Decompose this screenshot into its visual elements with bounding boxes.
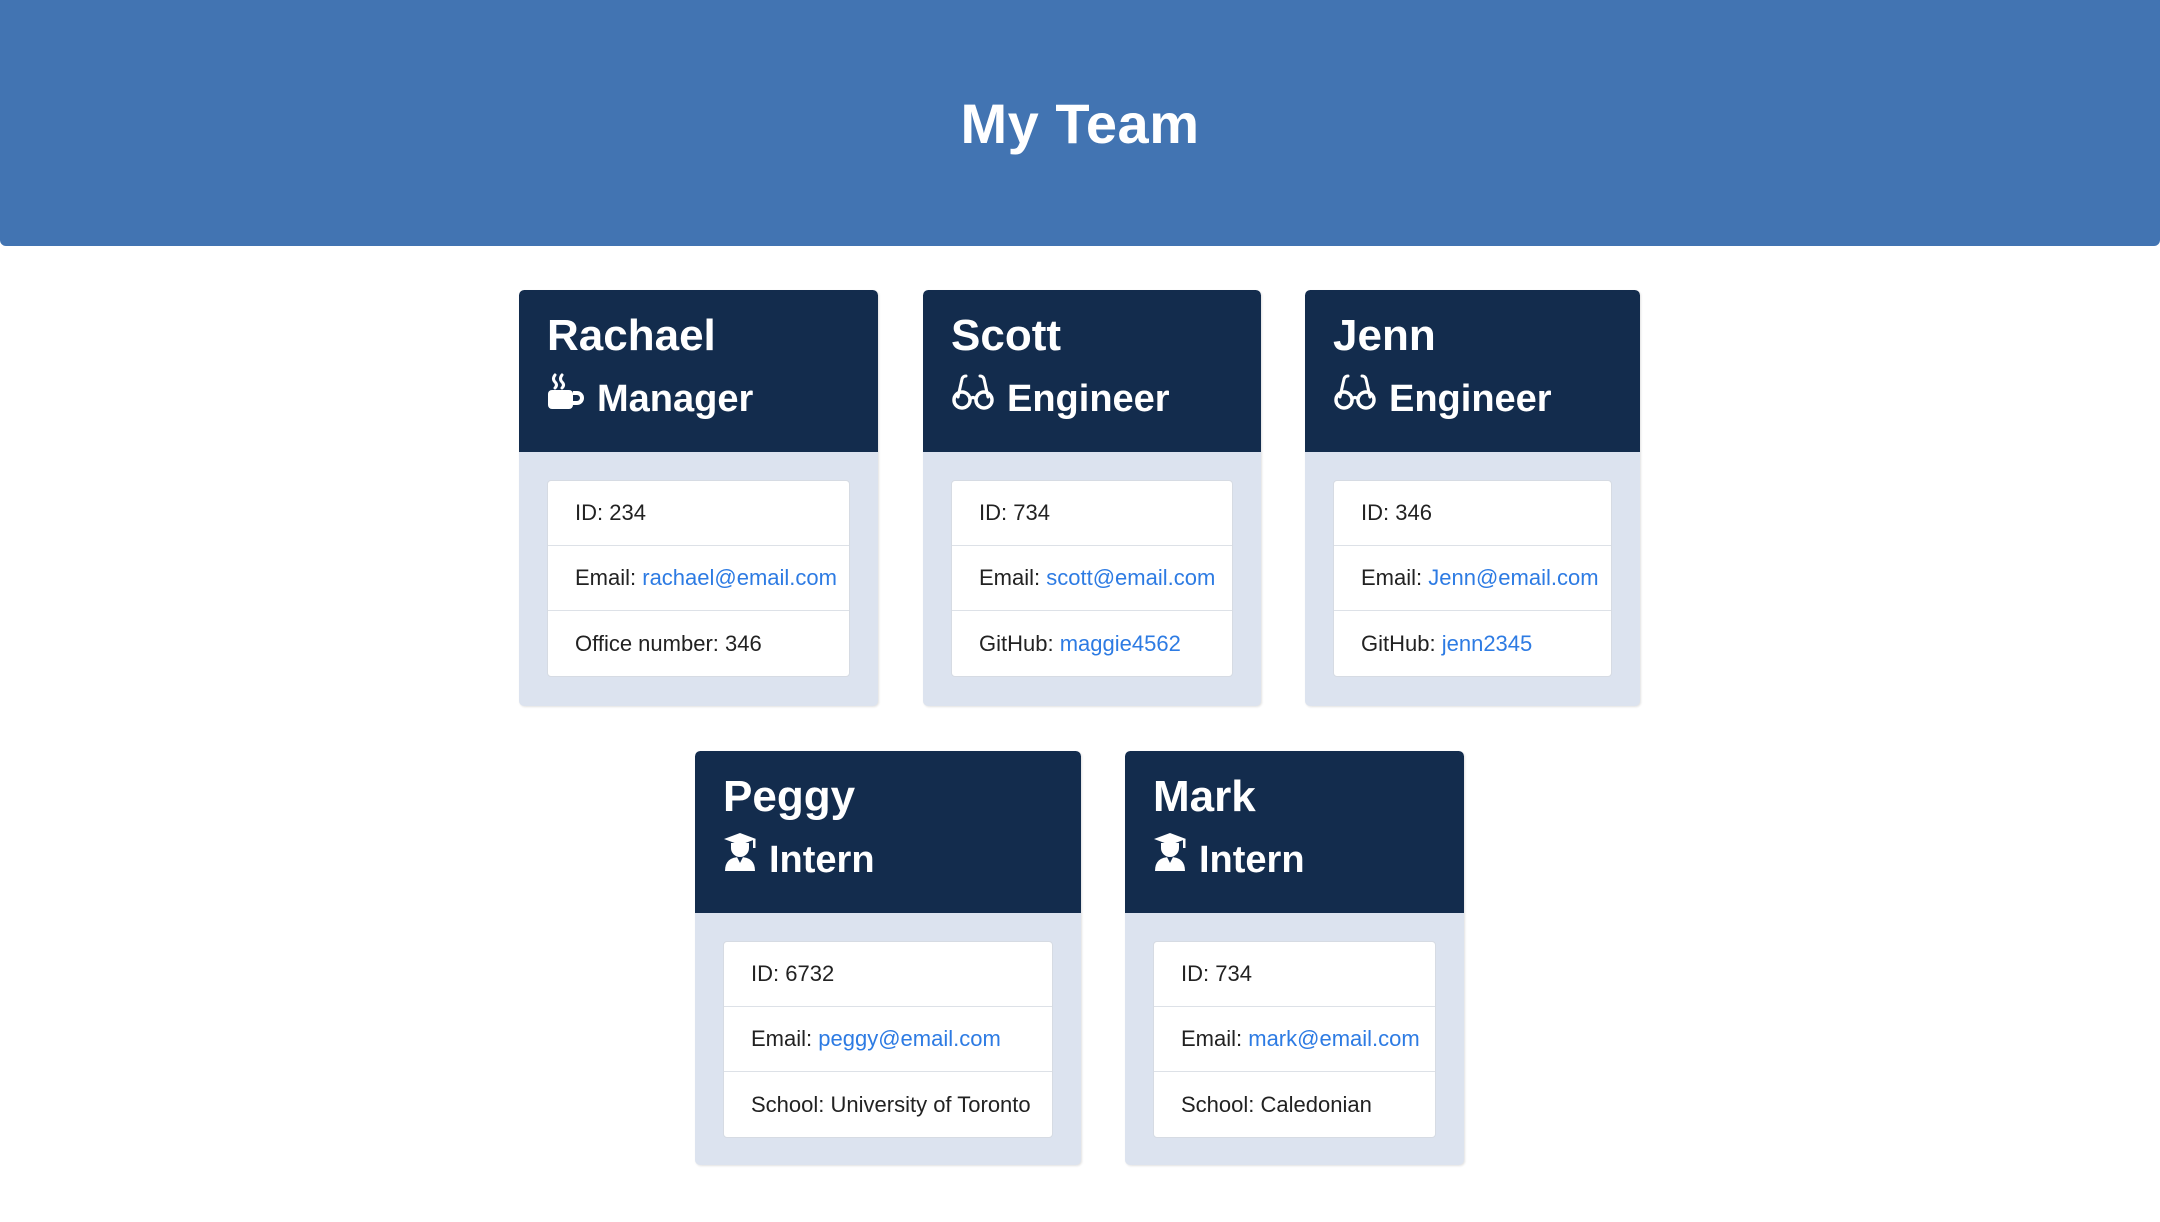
card-body: ID: 6732 Email: peggy@email.com School: … <box>695 913 1081 1165</box>
employee-card-peggy: Peggy Intern ID: 6732 Email: peggy@email… <box>695 751 1081 1165</box>
email-link[interactable]: Jenn@email.com <box>1428 565 1598 591</box>
email-link[interactable]: peggy@email.com <box>818 1026 1001 1052</box>
card-header: Scott Engineer <box>923 290 1261 452</box>
id-item: ID: 734 <box>952 481 1232 546</box>
card-header: Jenn Engineer <box>1305 290 1640 452</box>
glasses-icon <box>1333 369 1389 429</box>
email-link[interactable]: rachael@email.com <box>642 565 837 591</box>
school-label: School: <box>751 1091 825 1117</box>
email-link[interactable]: scott@email.com <box>1046 565 1215 591</box>
id-item: ID: 6732 <box>724 942 1052 1007</box>
office-number-item: Office number: 346 <box>548 611 849 676</box>
employee-role: Engineer <box>1333 369 1612 429</box>
github-label: GitHub: <box>979 630 1054 656</box>
id-value: 734 <box>1013 500 1050 525</box>
id-value: 234 <box>609 500 646 525</box>
email-item: Email: Jenn@email.com <box>1334 546 1611 611</box>
page-header: My Team <box>0 0 2160 246</box>
employee-name: Jenn <box>1333 311 1436 360</box>
github-link[interactable]: maggie4562 <box>1060 631 1181 657</box>
card-header: Mark Intern <box>1125 751 1464 913</box>
role-label: Engineer <box>1007 378 1170 420</box>
employee-card-jenn: Jenn Engineer ID: 346 Email: Jenn@email.… <box>1305 290 1640 706</box>
user-graduate-icon <box>723 830 769 890</box>
role-label: Intern <box>1199 839 1305 881</box>
office-number-label: Office number: <box>575 630 719 656</box>
id-label: ID: <box>979 500 1008 525</box>
details-list: ID: 346 Email: Jenn@email.com GitHub: je… <box>1333 480 1612 677</box>
card-body: ID: 234 Email: rachael@email.com Office … <box>519 452 878 705</box>
role-label: Manager <box>597 378 754 420</box>
details-list: ID: 234 Email: rachael@email.com Office … <box>547 480 850 677</box>
github-item: GitHub: jenn2345 <box>1334 611 1611 676</box>
role-label: Intern <box>769 839 875 881</box>
office-number-value: 346 <box>725 630 762 656</box>
id-value: 346 <box>1395 500 1432 525</box>
id-label: ID: <box>1181 961 1210 986</box>
email-label: Email: <box>575 565 637 590</box>
email-link[interactable]: mark@email.com <box>1248 1026 1419 1052</box>
email-label: Email: <box>751 1026 813 1051</box>
school-item: School: Caledonian <box>1154 1072 1435 1137</box>
card-header: Rachael Manager <box>519 290 878 452</box>
card-body: ID: 734 Email: mark@email.com School: Ca… <box>1125 913 1464 1165</box>
email-label: Email: <box>979 565 1041 590</box>
email-item: Email: mark@email.com <box>1154 1007 1435 1072</box>
card-header: Peggy Intern <box>695 751 1081 913</box>
card-body: ID: 734 Email: scott@email.com GitHub: m… <box>923 452 1261 705</box>
school-value: University of Toronto <box>830 1091 1031 1117</box>
employee-role: Engineer <box>951 369 1233 429</box>
employee-role: Manager <box>547 369 850 429</box>
mug-hot-icon <box>547 369 597 429</box>
github-link[interactable]: jenn2345 <box>1442 631 1533 657</box>
details-list: ID: 734 Email: mark@email.com School: Ca… <box>1153 941 1436 1138</box>
github-label: GitHub: <box>1361 630 1436 656</box>
role-label: Engineer <box>1389 378 1552 420</box>
id-label: ID: <box>1361 500 1390 525</box>
email-item: Email: rachael@email.com <box>548 546 849 611</box>
id-label: ID: <box>751 961 780 986</box>
details-list: ID: 734 Email: scott@email.com GitHub: m… <box>951 480 1233 677</box>
employee-name: Mark <box>1153 772 1256 821</box>
email-item: Email: peggy@email.com <box>724 1007 1052 1072</box>
email-label: Email: <box>1181 1026 1243 1051</box>
employee-card-mark: Mark Intern ID: 734 Email: mark@email.co… <box>1125 751 1464 1165</box>
school-item: School: University of Toronto <box>724 1072 1052 1137</box>
employee-role: Intern <box>1153 830 1436 890</box>
employee-name: Peggy <box>723 772 856 821</box>
id-item: ID: 734 <box>1154 942 1435 1007</box>
employee-name: Scott <box>951 311 1061 360</box>
employee-card-rachael: Rachael Manager ID: 234 Email: rachael@e… <box>519 290 878 706</box>
github-item: GitHub: maggie4562 <box>952 611 1232 676</box>
school-label: School: <box>1181 1091 1255 1117</box>
email-label: Email: <box>1361 565 1423 590</box>
user-graduate-icon <box>1153 830 1199 890</box>
employee-role: Intern <box>723 830 1053 890</box>
card-body: ID: 346 Email: Jenn@email.com GitHub: je… <box>1305 452 1640 705</box>
page-title: My Team <box>960 91 1200 155</box>
id-label: ID: <box>575 500 604 525</box>
glasses-icon <box>951 369 1007 429</box>
email-item: Email: scott@email.com <box>952 546 1232 611</box>
id-item: ID: 234 <box>548 481 849 546</box>
school-value: Caledonian <box>1260 1091 1372 1117</box>
id-value: 6732 <box>785 961 835 986</box>
id-value: 734 <box>1215 961 1252 986</box>
details-list: ID: 6732 Email: peggy@email.com School: … <box>723 941 1053 1138</box>
id-item: ID: 346 <box>1334 481 1611 546</box>
employee-card-scott: Scott Engineer ID: 734 Email: scott@emai… <box>923 290 1261 706</box>
employee-name: Rachael <box>547 311 716 360</box>
